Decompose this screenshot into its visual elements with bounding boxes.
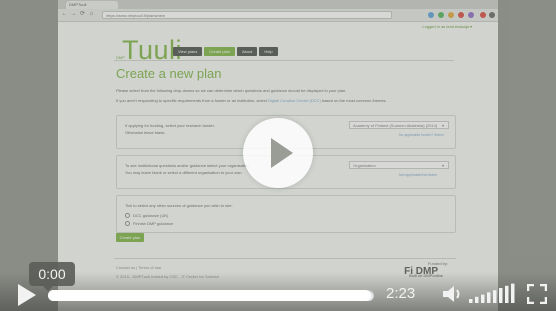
big-play-icon[interactable] [243, 118, 313, 188]
play-icon[interactable] [18, 284, 36, 306]
volume-bar [511, 283, 515, 303]
volume-bar [487, 292, 491, 303]
volume-bar [475, 296, 479, 303]
volume-bar [493, 290, 497, 303]
current-time-tooltip: 0:00 [29, 262, 75, 291]
volume-slider[interactable] [467, 283, 519, 305]
video-player: DMPTuuli ← → ⟳ ⌂ https://www.dmptuuli.fi… [0, 0, 556, 311]
volume-bar [499, 288, 503, 303]
progress-bar[interactable] [48, 290, 374, 301]
volume-icon[interactable] [441, 283, 463, 305]
volume-bar [481, 294, 485, 303]
duration-label: 2:23 [386, 285, 416, 302]
volume-bar [505, 285, 509, 303]
volume-bar [469, 299, 473, 303]
progress-fill [48, 290, 371, 301]
fullscreen-icon[interactable] [527, 284, 547, 304]
